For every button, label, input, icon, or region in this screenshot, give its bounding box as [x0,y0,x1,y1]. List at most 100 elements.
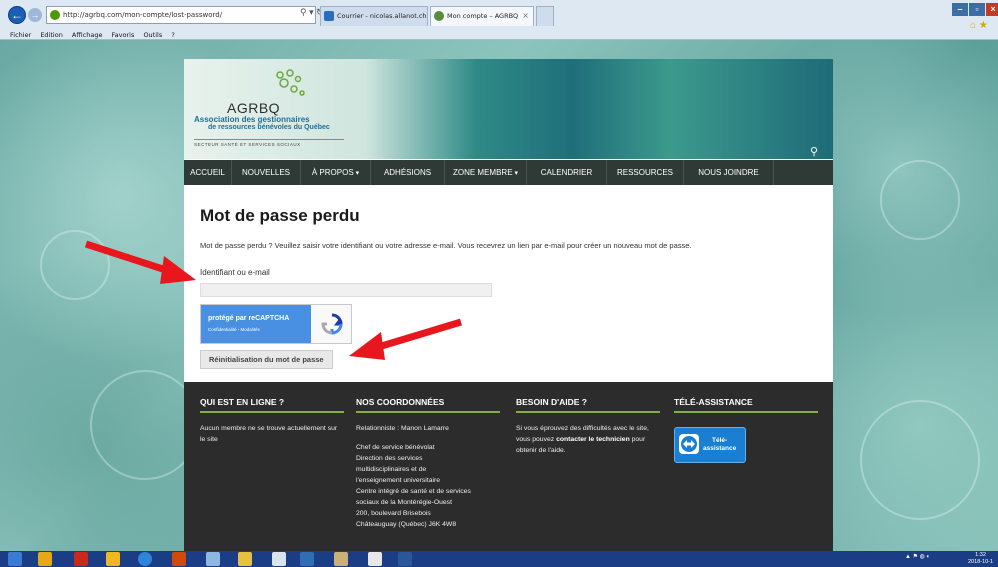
menu-outils[interactable]: Outils [143,31,162,39]
annotation-arrow-left [84,240,196,284]
file-manager-icon[interactable] [334,552,348,566]
minimize-button[interactable]: – [952,3,968,16]
menu-affichage[interactable]: Affichage [72,31,103,39]
footer-contact-text: Relationniste : Manon Lamarre Chef de se… [356,423,500,530]
outlook-icon [324,11,334,21]
clock[interactable]: 1:32 2018-10-1 [968,552,993,566]
menu-edition[interactable]: Edition [40,31,63,39]
footer-col-help: BESOIN D'AIDE ? Si vous éprouvez des dif… [516,397,660,456]
username-email-input[interactable] [200,283,492,297]
address-line: Chef de service bénévolat [356,444,435,451]
address-line: 200, boulevard Brisebois [356,510,431,517]
recaptcha-text: protégé par reCAPTCHA [208,315,290,322]
office-icon[interactable] [172,552,186,566]
site-footer: QUI EST EN LIGNE ? Aucun membre ne se tr… [184,382,833,551]
nav-a-propos[interactable]: À PROPOS [301,160,371,185]
recaptcha-badge[interactable]: protégé par reCAPTCHA Confidentialité - … [200,304,352,344]
nav-nous-joindre[interactable]: NOUS JOINDRE [684,160,774,185]
key-icon[interactable] [106,552,120,566]
nav-ressources[interactable]: RESSOURCES [607,160,684,185]
tele-line2: assistance [703,445,737,452]
footer-heading: QUI EST EN LIGNE ? [200,397,344,413]
back-button[interactable]: ← [8,6,26,24]
footer-heading: BESOIN D'AIDE ? [516,397,660,413]
teleassistance-button[interactable]: Télé- assistance [674,427,746,463]
address-line: l'enseignement universitaire [356,477,441,484]
browser-chrome: ← → http://agrbq.com/mon-compte/lost-pas… [0,0,998,40]
system-tray-icons[interactable]: ▲ ⚑ ◍ ◐ [905,553,930,560]
lock-icon[interactable] [38,552,52,566]
tab-courrier[interactable]: Courrier - nicolas.allanot.chu... [320,6,428,26]
site-logo[interactable]: AGRBQ Association des gestionnaires de r… [194,67,364,157]
logo-subtitle-2: de ressources bénévoles du Québec [208,124,330,131]
tab-mon-compte[interactable]: Mon compte – AGRBQ × [430,6,534,26]
address-line: multidisciplinaires et de [356,466,427,473]
web-page: AGRBQ Association des gestionnaires de r… [184,59,833,551]
address-bar[interactable]: http://agrbq.com/mon-compte/lost-passwor… [46,6,316,24]
footer-col-contact: NOS COORDONNÉES Relationniste : Manon La… [356,397,500,530]
browser-navbar: ← → http://agrbq.com/mon-compte/lost-pas… [0,0,998,31]
footer-col-online: QUI EST EN LIGNE ? Aucun membre ne se tr… [200,397,344,445]
nav-nouvelles[interactable]: NOUVELLES [232,160,301,185]
recaptcha-label-box: protégé par reCAPTCHA Confidentialité - … [201,305,311,343]
start-button-icon[interactable] [8,552,22,566]
footer-text: Aucun membre ne se trouve actuellement s… [200,425,338,443]
nav-accueil[interactable]: ACCUEIL [184,160,232,185]
tele-line1: Télé- [712,437,728,444]
reset-password-button[interactable]: Réinitialisation du mot de passe [200,350,333,369]
menu-fichier[interactable]: Fichier [10,31,31,39]
footer-heading: NOS COORDONNÉES [356,397,500,413]
nav-zone-membre[interactable]: ZONE MEMBRE [445,160,527,185]
relationniste-line: Relationniste : Manon Lamarre [356,425,449,432]
logo-text: AGRBQ [227,100,281,116]
word-icon[interactable] [398,552,412,566]
footer-heading: TÉLÉ-ASSISTANCE [674,397,818,413]
windows-taskbar: ▲ ⚑ ◍ ◐ 1:32 2018-10-1 [0,551,998,567]
search-icon[interactable]: ⚲ [810,145,826,161]
logo-subtitle: Association des gestionnaires [194,115,310,124]
java-icon[interactable] [368,552,382,566]
site-header: AGRBQ Association des gestionnaires de r… [184,59,833,159]
page-title: Mot de passe perdu [200,206,360,225]
teamviewer-icon [679,434,699,454]
address-line: Centre intégré de santé et de services [356,488,471,495]
main-nav: ACCUEIL NOUVELLES À PROPOS ADHÉSIONS ZON… [184,160,833,185]
teleassistance-label: Télé- assistance [703,437,736,453]
logo-tagline: SECTEUR SANTÉ ET SERVICES SOCIAUX [194,139,344,147]
power-icon[interactable] [74,552,88,566]
site-favicon-icon [50,10,60,20]
logo-flower-icon [276,69,305,96]
menu-favoris[interactable]: Favoris [112,31,135,39]
background-decoration [880,160,960,240]
new-tab-button[interactable] [536,6,554,26]
tab-label: Mon compte – AGRBQ [447,12,519,20]
menu-help[interactable]: ? [171,31,174,39]
main-content: Mot de passe perdu Mot de passe perdu ? … [200,206,820,369]
username-label: Identifiant ou e-mail [200,268,270,277]
intro-text: Mot de passe perdu ? Veuillez saisir vot… [200,241,692,250]
close-window-button[interactable]: × [986,3,998,16]
annotation-arrow-right [349,318,463,360]
site-favicon-icon [434,11,444,21]
tab-label: Courrier - nicolas.allanot.chu... [337,12,428,20]
close-tab-icon[interactable]: × [522,7,529,25]
nav-calendrier[interactable]: CALENDRIER [527,160,607,185]
contact-technician-link[interactable]: contacter le technicien [556,436,630,443]
footer-col-tele: TÉLÉ-ASSISTANCE Télé- assistance [674,397,818,477]
nav-adhesions[interactable]: ADHÉSIONS [371,160,445,185]
folder-icon[interactable] [238,552,252,566]
recaptcha-icon [321,313,343,335]
recaptcha-links[interactable]: Confidentialité - Modalités [208,327,260,332]
calculator-icon[interactable] [272,552,286,566]
background-decoration [860,400,980,520]
address-url: http://agrbq.com/mon-compte/lost-passwor… [63,11,223,19]
clock-time: 1:32 [975,552,986,558]
app-icon[interactable] [300,552,314,566]
menu-bar: Fichier Edition Affichage Favoris Outils… [0,30,998,40]
address-line: Direction des services [356,455,423,462]
address-line: Châteauguay (Québec) J6K 4W8 [356,521,457,528]
document-icon[interactable] [206,552,220,566]
forward-button[interactable]: → [28,8,42,22]
maximize-button[interactable]: ▫ [969,3,985,16]
ie-browser-icon[interactable] [138,552,152,566]
